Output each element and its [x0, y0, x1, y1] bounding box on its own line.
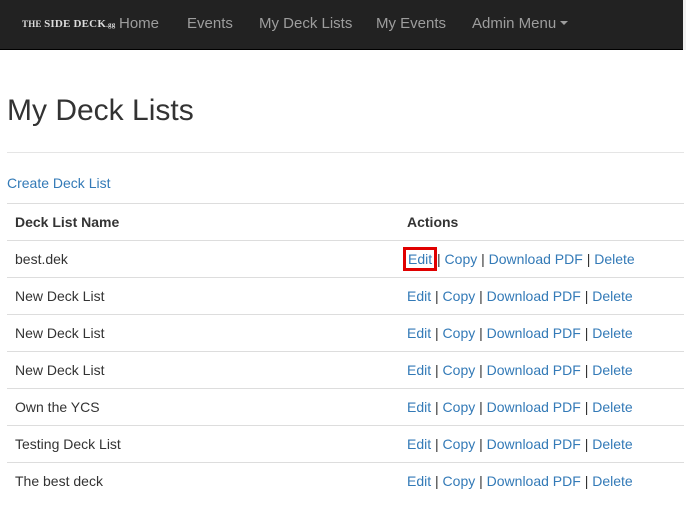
edit-link[interactable]: Edit [407, 399, 431, 415]
action-separator: | [435, 288, 439, 304]
delete-link[interactable]: Delete [592, 473, 632, 489]
deck-list-name: The best deck [7, 462, 399, 500]
edit-link[interactable]: Edit [407, 362, 431, 378]
action-separator: | [437, 251, 441, 267]
table-header-row: Deck List Name Actions [7, 203, 684, 241]
action-separator: | [479, 288, 483, 304]
action-separator: | [479, 325, 483, 341]
edit-link[interactable]: Edit [407, 325, 431, 341]
action-separator: | [584, 436, 589, 452]
deck-list-table: Deck List Name Actions best.dek Edit | Co… [7, 203, 684, 500]
brand-suffix: .gg [106, 21, 116, 29]
nav-item-home[interactable]: Home [119, 15, 159, 32]
action-separator: | [481, 251, 485, 267]
table-row: The best deck Edit | Copy | Download PDF … [7, 462, 684, 500]
action-separator: | [479, 362, 483, 378]
header-deck-list-name: Deck List Name [7, 203, 399, 241]
action-separator: | [435, 399, 439, 415]
action-separator: | [435, 473, 439, 490]
brand-prefix: THE [22, 19, 42, 29]
delete-link[interactable]: Delete [594, 251, 634, 267]
title-divider [7, 152, 684, 153]
copy-link[interactable]: Copy [443, 288, 476, 304]
row-actions: Edit | Copy | Download PDF | Delete [399, 425, 684, 463]
delete-link[interactable]: Delete [592, 325, 632, 341]
brand-name: SIDE DECK [44, 18, 107, 30]
download-pdf-link[interactable]: Download PDF [487, 288, 581, 304]
action-separator: | [435, 436, 439, 452]
action-separator: | [584, 325, 589, 341]
action-separator: | [584, 362, 589, 378]
edit-link[interactable]: Edit [407, 473, 431, 489]
edit-link[interactable]: Edit [407, 436, 431, 452]
row-actions: Edit | Copy | Download PDF | Delete [399, 240, 684, 278]
deck-list-name: New Deck List [7, 351, 399, 389]
deck-list-name: New Deck List [7, 314, 399, 352]
top-navbar: THE SIDE DECK.gg Home Events My Deck Lis… [0, 0, 686, 50]
delete-link[interactable]: Delete [592, 399, 632, 415]
copy-link[interactable]: Copy [443, 362, 476, 378]
delete-link[interactable]: Delete [592, 436, 632, 452]
table-row: New Deck List Edit | Copy | Download PDF … [7, 277, 684, 315]
action-separator: | [584, 399, 589, 415]
nav-item-events[interactable]: Events [187, 15, 233, 32]
copy-link[interactable]: Copy [443, 325, 476, 341]
action-separator: | [479, 399, 483, 415]
caret-down-icon [560, 21, 569, 25]
copy-link[interactable]: Copy [443, 399, 476, 415]
row-actions: Edit | Copy | Download PDF | Delete [399, 351, 684, 389]
action-separator: | [435, 325, 439, 341]
page-title: My Deck Lists [7, 94, 194, 127]
deck-list-name: Own the YCS [7, 388, 399, 426]
nav-item-my-deck-lists[interactable]: My Deck Lists [259, 15, 352, 32]
download-pdf-link[interactable]: Download PDF [487, 362, 581, 378]
action-separator: | [479, 436, 483, 452]
download-pdf-link[interactable]: Download PDF [487, 436, 581, 452]
edit-link[interactable]: Edit [402, 247, 438, 271]
table-row: New Deck List Edit | Copy | Download PDF … [7, 351, 684, 389]
action-separator: | [479, 473, 483, 490]
create-deck-list-link[interactable]: Create Deck List [7, 175, 110, 191]
action-separator: | [435, 362, 439, 378]
copy-link[interactable]: Copy [443, 473, 476, 489]
row-actions: Edit | Copy | Download PDF | Delete [399, 388, 684, 426]
nav-item-admin-menu[interactable]: Admin Menu [472, 15, 569, 32]
edit-link[interactable]: Edit [407, 288, 431, 304]
table-row: Testing Deck List Edit | Copy | Download … [7, 425, 684, 463]
admin-menu-label: Admin Menu [472, 15, 557, 32]
table-body: best.dek Edit | Copy | Download PDF | Del… [7, 240, 684, 500]
download-pdf-link[interactable]: Download PDF [487, 399, 581, 415]
action-separator: | [586, 251, 591, 267]
table-row: best.dek Edit | Copy | Download PDF | Del… [7, 240, 684, 278]
table-row: New Deck List Edit | Copy | Download PDF … [7, 314, 684, 352]
download-pdf-link[interactable]: Download PDF [487, 325, 581, 341]
download-pdf-link[interactable]: Download PDF [487, 473, 581, 489]
delete-link[interactable]: Delete [592, 362, 632, 378]
header-actions: Actions [399, 203, 684, 241]
action-separator: | [584, 288, 589, 304]
copy-link[interactable]: Copy [443, 436, 476, 452]
deck-list-name: New Deck List [7, 277, 399, 315]
deck-list-name: best.dek [7, 240, 399, 278]
deck-list-name: Testing Deck List [7, 425, 399, 463]
action-separator: | [584, 473, 589, 490]
delete-link[interactable]: Delete [592, 288, 632, 304]
row-actions: Edit | Copy | Download PDF | Delete [399, 462, 684, 500]
nav-item-my-events[interactable]: My Events [376, 15, 446, 32]
row-actions: Edit | Copy | Download PDF | Delete [399, 314, 684, 352]
brand-logo[interactable]: THE SIDE DECK.gg [22, 18, 115, 30]
row-actions: Edit | Copy | Download PDF | Delete [399, 277, 684, 315]
copy-link[interactable]: Copy [445, 251, 478, 267]
download-pdf-link[interactable]: Download PDF [489, 251, 583, 267]
table-row: Own the YCS Edit | Copy | Download PDF | … [7, 388, 684, 426]
